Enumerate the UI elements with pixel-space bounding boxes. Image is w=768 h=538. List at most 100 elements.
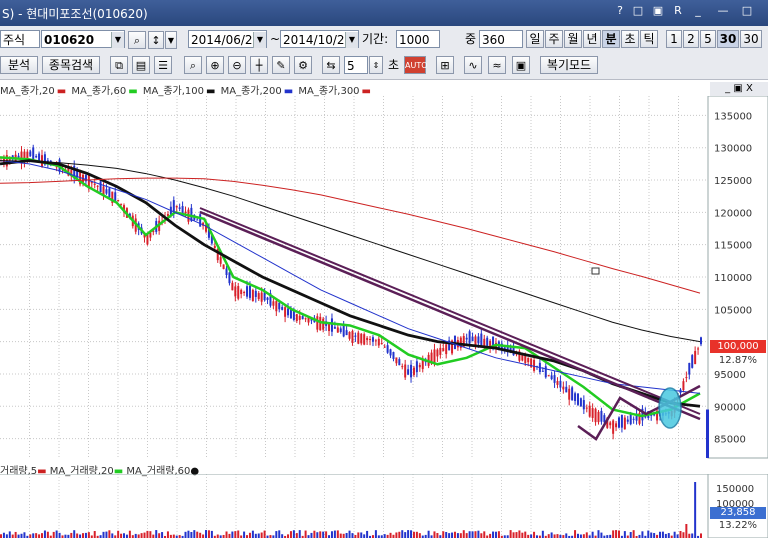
stock-search-button[interactable]: 종목검색 (42, 56, 100, 74)
volume-bar (134, 533, 137, 538)
date-separator: ~ (270, 32, 281, 46)
candle-body (371, 337, 374, 342)
spinner-icon[interactable]: ⇕ (369, 56, 383, 74)
maximize-button[interactable]: □ (740, 4, 754, 20)
overlap-input[interactable]: 360 (479, 30, 523, 48)
start-date-input[interactable]: 2014/06/26 ▼ (188, 30, 267, 48)
volume-bar (205, 530, 208, 538)
step-input[interactable]: 5 (344, 56, 368, 74)
zoom-in-icon[interactable]: ⊕ (206, 56, 224, 74)
layout-icon-2[interactable]: ▤ (132, 56, 150, 74)
image-icon[interactable]: ▣ (512, 56, 530, 74)
period-tick-button[interactable]: 틱 (640, 30, 658, 48)
end-date-input[interactable]: 2014/10/29 ▼ (280, 30, 359, 48)
chart-wave-icon[interactable]: ≈ (488, 56, 506, 74)
chevron-down-icon[interactable]: ▼ (165, 31, 177, 49)
volume-bar (281, 534, 284, 538)
layout-icon-1[interactable]: ⧉ (110, 56, 128, 74)
candle-body (35, 156, 38, 158)
volume-bar (474, 531, 477, 538)
interval-custom-button[interactable]: 30 (740, 30, 762, 48)
candle-body (369, 338, 372, 341)
interval-1-button[interactable]: 1 (666, 30, 682, 48)
period-day-button[interactable]: 일 (526, 30, 544, 48)
window-icon-2[interactable]: ▣ (652, 4, 664, 20)
volume-bar (623, 531, 626, 538)
period-input[interactable]: 1000 (396, 30, 440, 48)
volume-bar (492, 531, 495, 538)
period-minute-button[interactable]: 분 (602, 30, 620, 48)
help-icon[interactable]: ? (614, 4, 626, 20)
candle-body (421, 360, 424, 370)
candle-body (418, 364, 421, 368)
interval-30-button[interactable]: 30 (717, 30, 739, 48)
volume-bar (629, 532, 632, 538)
candle-body (588, 405, 591, 417)
layout-icon-3[interactable]: ☰ (154, 56, 172, 74)
volume-bar (597, 530, 600, 538)
candle-body (99, 181, 102, 193)
candle-body (389, 349, 392, 356)
minimize-button[interactable]: — (716, 4, 730, 20)
candle-body (591, 408, 594, 418)
vol-tick-150000: 150000 (716, 484, 754, 495)
volume-bar (20, 533, 23, 538)
interval-5-button[interactable]: 5 (700, 30, 716, 48)
volume-bar (565, 533, 568, 538)
interval-2-button[interactable]: 2 (683, 30, 699, 48)
settings-icon[interactable]: ⚙ (294, 56, 312, 74)
window-icon-1[interactable]: □ (632, 4, 644, 20)
target-icon[interactable]: ⊞ (436, 56, 454, 74)
period-label: 기간: (362, 32, 389, 46)
zoom-out-icon[interactable]: ⊖ (228, 56, 246, 74)
volume-bar (5, 534, 8, 538)
volume-chart[interactable]: 150000 100000 (0, 474, 768, 538)
period-second-button[interactable]: 초 (621, 30, 639, 48)
candle-body (685, 377, 688, 379)
period-year-button[interactable]: 년 (583, 30, 601, 48)
period-month-button[interactable]: 월 (564, 30, 582, 48)
pin-icon[interactable]: _ (692, 4, 704, 20)
volume-bar (357, 532, 360, 538)
volume-bar (641, 531, 644, 538)
period-week-button[interactable]: 주 (545, 30, 563, 48)
volume-bar (694, 482, 697, 538)
price-chart[interactable]: 135000 130000 125000 120000 115000 110000 1050… (0, 96, 768, 460)
volume-bar (310, 532, 313, 538)
current-change-tag: 12.87% (718, 355, 758, 366)
candle-body (415, 361, 418, 373)
replay-mode-button[interactable]: 복기모드 (540, 56, 598, 74)
candle-body (691, 355, 694, 368)
volume-bar (653, 533, 656, 538)
price-tick-label: 125000 (714, 176, 752, 187)
crosshair-icon[interactable]: ┼ (250, 56, 268, 74)
chart-line-icon[interactable]: ∿ (464, 56, 482, 74)
candle-body (342, 324, 345, 337)
search-icon[interactable]: ⌕ (128, 31, 146, 49)
volume-bar (70, 532, 73, 538)
volume-bar (576, 533, 579, 538)
candle-body (550, 375, 553, 380)
step-icon[interactable]: ⇆ (322, 56, 340, 74)
sort-icon[interactable]: ↕ (148, 31, 164, 49)
volume-bar (0, 534, 2, 538)
auto-button[interactable]: AUTO (404, 56, 428, 74)
window-title: S) - 현대미포조선(010620) (2, 7, 148, 21)
chevron-down-icon[interactable]: ▼ (345, 32, 358, 48)
volume-bar (289, 531, 292, 538)
refresh-icon[interactable]: R (672, 4, 684, 20)
candle-body (617, 417, 620, 428)
candle-body (377, 338, 380, 346)
chevron-down-icon[interactable]: ▼ (253, 32, 266, 48)
market-select[interactable]: 주식 (0, 30, 40, 48)
panel-controls[interactable]: _ ▣ X (710, 82, 768, 96)
chevron-down-icon[interactable]: ▼ (111, 32, 124, 48)
eraser-icon[interactable]: ✎ (272, 56, 290, 74)
analysis-button[interactable]: 분석 (0, 56, 38, 74)
candle-body (272, 301, 275, 306)
zoom-icon[interactable]: ⌕ (184, 56, 202, 74)
volume-bar (11, 534, 14, 538)
stock-code-input[interactable]: 010620 ▼ (41, 30, 125, 48)
volume-bar (658, 531, 661, 538)
volume-bar (187, 530, 190, 538)
